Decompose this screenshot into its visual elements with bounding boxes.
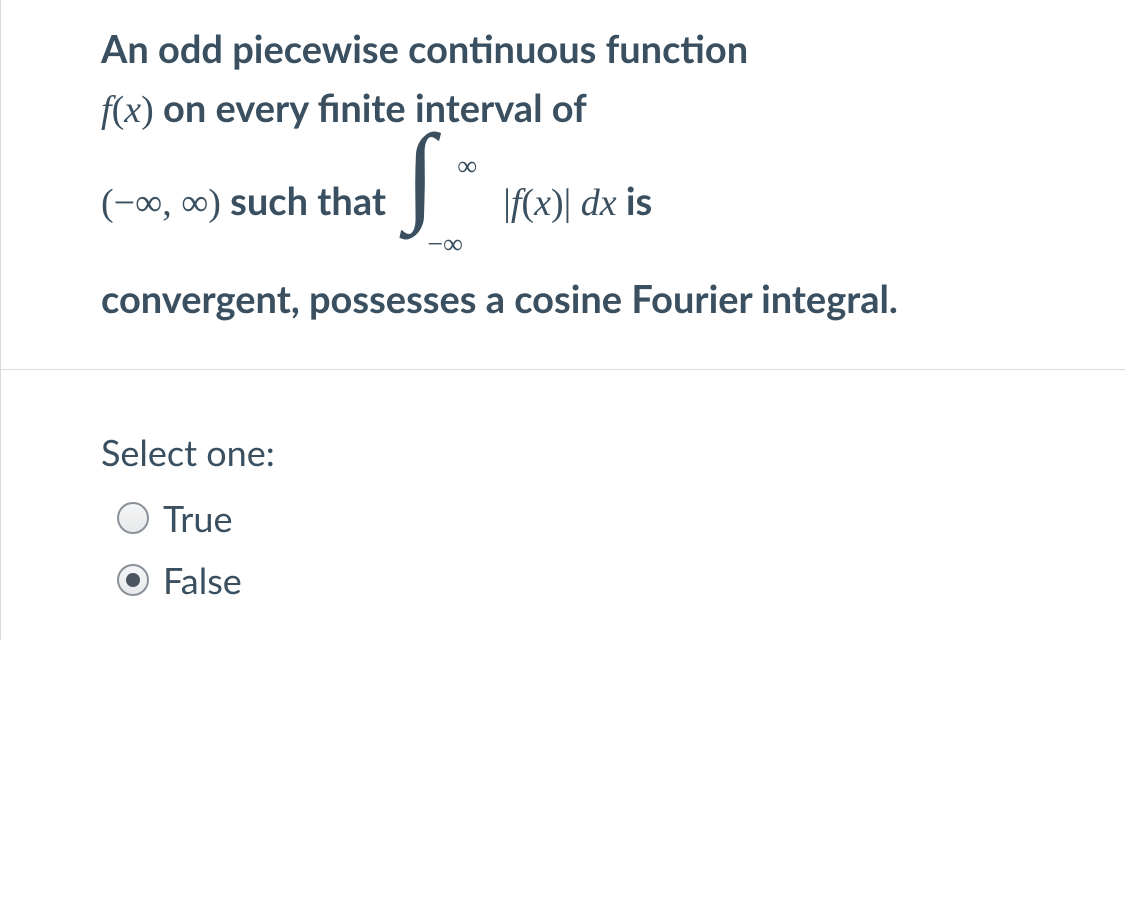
fx-open: ( [112, 89, 125, 131]
interval-comma: , [162, 182, 181, 224]
dx-d: d [571, 182, 600, 224]
option-true-row[interactable]: True [101, 496, 1045, 540]
integral-symbol: ∫ ∞ −∞ [399, 140, 499, 270]
question-text: An odd piecewise continuous function f(x… [1, 0, 1125, 370]
fx-close: ) [141, 89, 154, 131]
question-part3: convergent, possesses a cosine Fourier i… [101, 276, 898, 322]
infinity-1: ∞ [135, 182, 162, 224]
fx-f: f [101, 89, 112, 131]
option-false-label: False [163, 558, 242, 602]
integrand-open: ( [521, 182, 534, 224]
integrand-close: ) [551, 182, 564, 224]
radio-false[interactable] [117, 564, 149, 596]
integral-upper-limit: ∞ [457, 136, 477, 198]
select-one-prompt: Select one: [101, 430, 1045, 474]
integrand-f: f [511, 182, 522, 224]
interval-close: ) [208, 182, 221, 224]
infinity-2: ∞ [181, 182, 208, 224]
dx-x: x [600, 182, 617, 224]
fx-x: x [124, 89, 141, 131]
radio-true[interactable] [117, 502, 149, 534]
answer-section: Select one: True False [1, 370, 1125, 640]
question-part1: An odd piecewise continuous function [101, 26, 748, 72]
such-that: such that [221, 178, 395, 224]
abs-open: | [503, 182, 511, 224]
is-text: is [617, 178, 653, 224]
integrand-x: x [534, 182, 551, 224]
option-true-label: True [163, 496, 232, 540]
integral-sign-icon: ∫ [405, 118, 435, 228]
question-part2: on every finite interval of [154, 85, 587, 131]
option-false-row[interactable]: False [101, 558, 1045, 602]
question-container: An odd piecewise continuous function f(x… [0, 0, 1125, 640]
interval-open: (− [101, 182, 135, 224]
integral-lower-limit: −∞ [427, 214, 463, 276]
